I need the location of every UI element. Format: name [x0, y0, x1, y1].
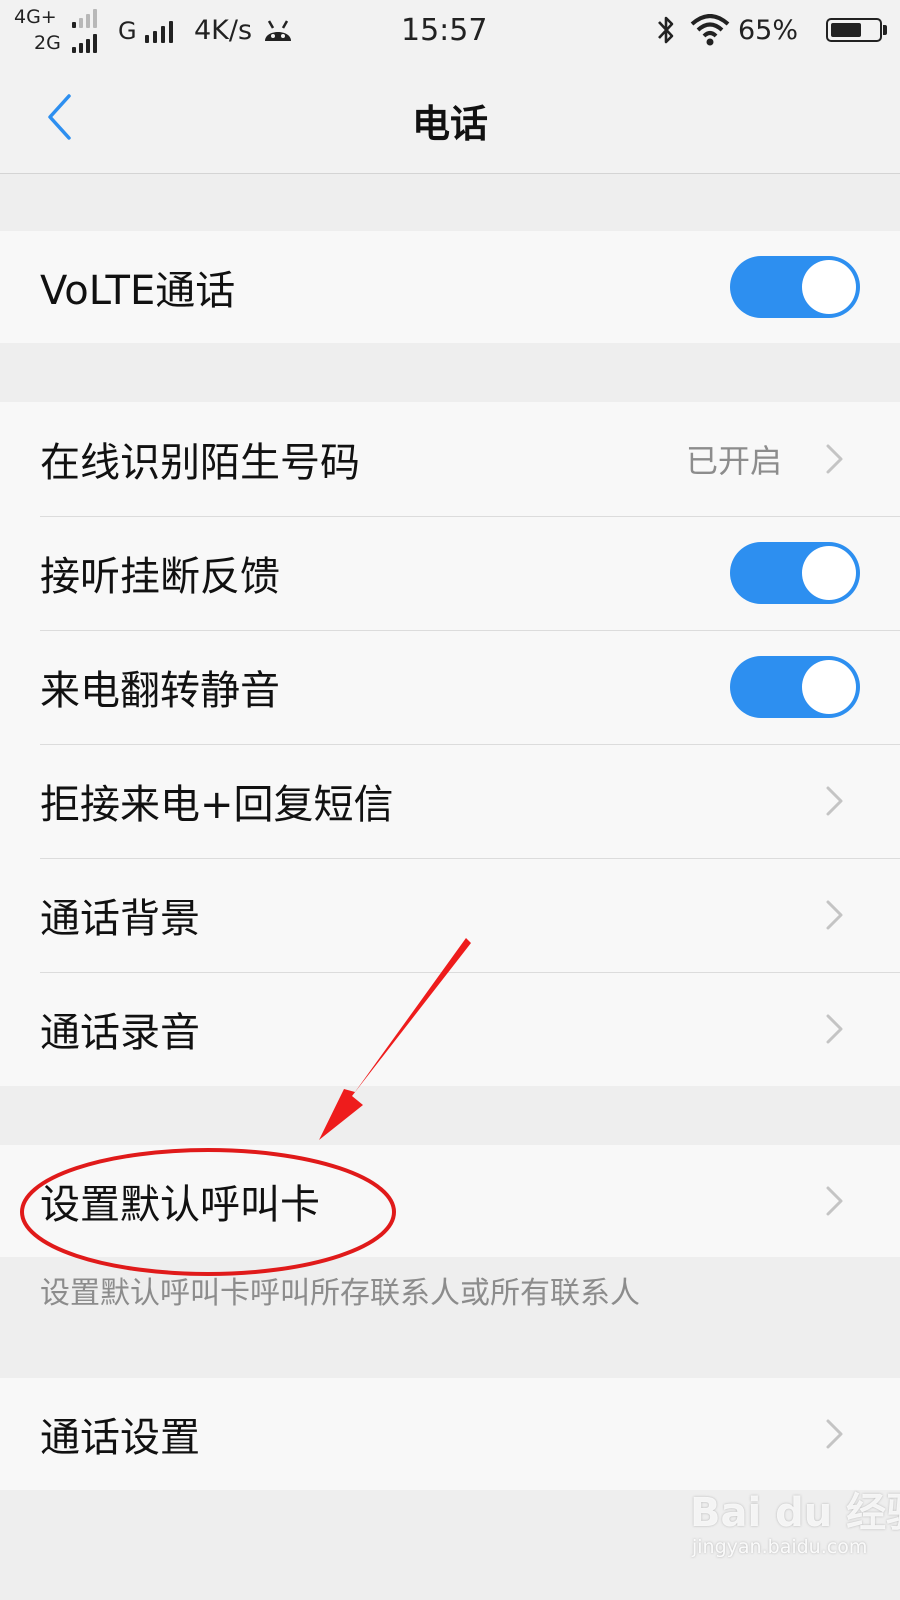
row-label: 在线识别陌生号码	[40, 440, 360, 486]
volte-section: VoLTE通话	[0, 231, 900, 343]
android-icon	[265, 20, 291, 41]
baidu-jingyan-watermark: Bai du 经验 jingyan.baidu.com	[690, 1480, 900, 1590]
row-label: 通话录音	[40, 1010, 200, 1056]
toggle-knob	[802, 660, 856, 714]
row-flip-to-mute[interactable]: 来电翻转静音	[0, 630, 900, 744]
chevron-right-icon	[826, 900, 843, 930]
network-secondary: 2G	[34, 32, 61, 54]
default-card-description: 设置默认呼叫卡呼叫所存联系人或所有联系人	[40, 1276, 640, 1311]
wifi-icon	[690, 14, 730, 46]
row-label: 接听挂断反馈	[40, 554, 280, 600]
signal-icon-secondary	[72, 33, 102, 53]
call-settings-section: 通话设置	[0, 1378, 900, 1490]
row-label: 设置默认呼叫卡	[40, 1182, 320, 1228]
volte-row[interactable]: VoLTE通话	[0, 231, 900, 343]
battery-icon	[826, 18, 882, 42]
battery-level	[831, 23, 861, 37]
signal-icon-primary	[72, 8, 102, 28]
volte-toggle[interactable]	[730, 256, 860, 318]
toggle-knob	[802, 546, 856, 600]
row-label: 通话设置	[40, 1415, 200, 1461]
status-bar: 4G+ 2G G 4K/s 15:57 65%	[0, 0, 900, 60]
answer-feedback-toggle[interactable]	[730, 542, 860, 604]
chevron-right-icon	[826, 786, 843, 816]
watermark-logo: Bai du 经验	[690, 1490, 900, 1536]
row-reject-reply-sms[interactable]: 拒接来电+回复短信	[0, 744, 900, 858]
chevron-right-icon	[826, 1186, 843, 1216]
row-label: 来电翻转静音	[40, 668, 280, 714]
row-default-call-card[interactable]: 设置默认呼叫卡	[0, 1145, 900, 1257]
chevron-right-icon	[826, 1014, 843, 1044]
call-features-section: 在线识别陌生号码 已开启 接听挂断反馈 来电翻转静音 拒接来电+回复短信 通话背…	[0, 402, 900, 1086]
row-label: 拒接来电+回复短信	[40, 782, 394, 828]
battery-percent: 65%	[738, 15, 799, 46]
row-call-background[interactable]: 通话背景	[0, 858, 900, 972]
bluetooth-icon	[658, 16, 674, 44]
row-call-settings[interactable]: 通话设置	[0, 1378, 900, 1490]
row-answer-hangup-feedback[interactable]: 接听挂断反馈	[0, 516, 900, 630]
row-value: 已开启	[685, 442, 782, 480]
chevron-right-icon	[826, 1419, 843, 1449]
app-header: 电话	[0, 60, 900, 174]
volte-label: VoLTE通话	[40, 268, 236, 314]
row-call-recording[interactable]: 通话录音	[0, 972, 900, 1086]
toggle-knob	[802, 260, 856, 314]
flip-mute-toggle[interactable]	[730, 656, 860, 718]
row-identify-unknown-numbers[interactable]: 在线识别陌生号码 已开启	[0, 402, 900, 516]
chevron-right-icon	[826, 444, 843, 474]
signal-icon-carrier	[145, 19, 177, 43]
watermark-url: jingyan.baidu.com	[692, 1536, 868, 1558]
carrier-type: G	[118, 17, 137, 45]
status-time: 15:57	[401, 13, 488, 48]
network-primary: 4G+	[14, 6, 57, 28]
row-label: 通话背景	[40, 896, 200, 942]
page-title: 电话	[411, 102, 488, 146]
default-card-section: 设置默认呼叫卡	[0, 1145, 900, 1257]
network-speed: 4K/s	[194, 15, 253, 46]
battery-tip	[883, 25, 887, 35]
